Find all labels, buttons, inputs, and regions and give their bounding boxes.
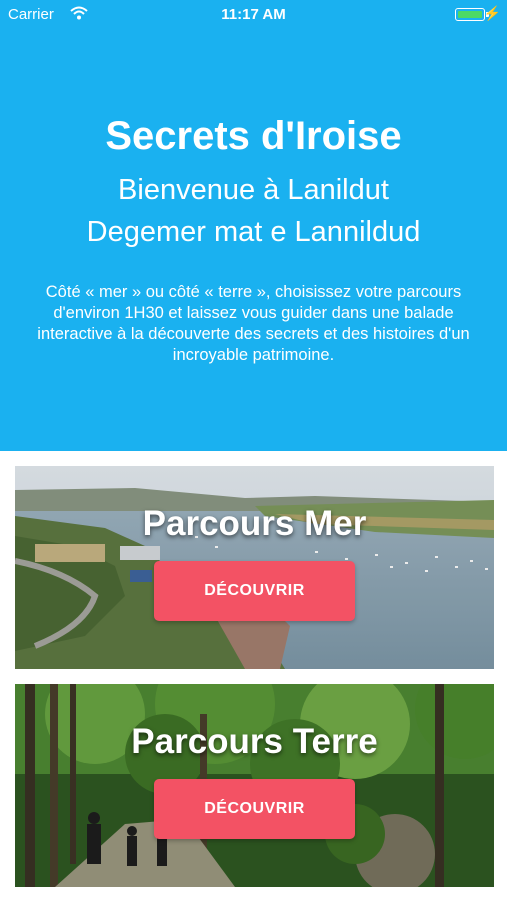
decouvrir-terre-button[interactable]: DÉCOUVRIR: [154, 779, 355, 839]
parcours-mer-card[interactable]: Parcours Mer DÉCOUVRIR: [15, 466, 494, 669]
welcome-subtitle-br: Degemer mat e Lannildud: [86, 216, 421, 248]
app-title: Secrets d'Iroise: [105, 114, 402, 158]
decouvrir-mer-button[interactable]: DÉCOUVRIR: [154, 561, 355, 621]
battery-icon: [455, 8, 485, 21]
parcours-terre-title: Parcours Terre: [131, 722, 378, 761]
welcome-subtitle-fr: Bienvenue à Lanildut: [118, 174, 389, 206]
status-bar: Carrier 11:17 AM ⚡: [0, 0, 507, 30]
parcours-terre-card[interactable]: Parcours Terre DÉCOUVRIR: [15, 684, 494, 887]
bolt-icon: ⚡: [483, 5, 501, 21]
parcours-mer-title: Parcours Mer: [142, 504, 367, 543]
status-time: 11:17 AM: [221, 6, 286, 23]
intro-description: Côté « mer » ou côté « terre », choisiss…: [37, 283, 470, 364]
welcome-header: Secrets d'Iroise Bienvenue à Lanildut De…: [0, 30, 507, 451]
